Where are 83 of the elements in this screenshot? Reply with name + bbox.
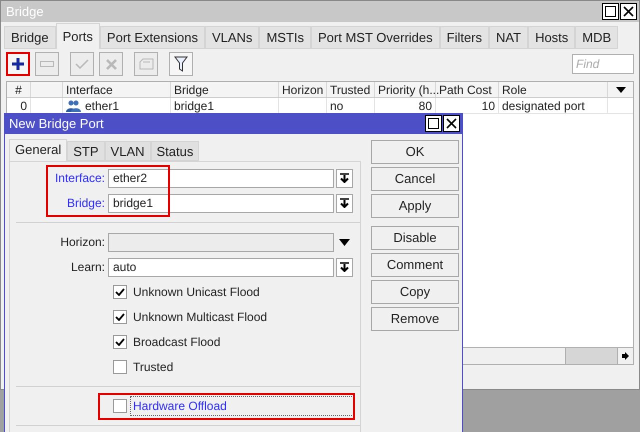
dialog-button[interactable]: Comment (371, 252, 459, 276)
tab[interactable]: NAT (489, 26, 528, 49)
field-label: Learn: (70, 259, 106, 276)
dropdown-button[interactable] (336, 194, 353, 212)
checkbox[interactable] (113, 285, 127, 299)
column-header[interactable]: Path Cost (439, 80, 492, 98)
scrollbar-thumb[interactable] (565, 348, 617, 364)
dialog-tab[interactable]: General (9, 138, 68, 160)
checkbox-label: Unknown Multicast Flood (132, 309, 268, 326)
minus-icon (40, 61, 54, 67)
note-icon (138, 58, 154, 70)
triangle-down-icon[interactable] (616, 86, 626, 92)
maximize-button[interactable] (602, 3, 619, 20)
dialog-title: New Bridge Port (9, 115, 104, 133)
dropdown-button[interactable] (336, 258, 353, 276)
check-icon (75, 58, 89, 70)
toolbar-button[interactable] (169, 52, 193, 76)
checkbox-label: Trusted (132, 359, 174, 376)
down-arrow-icon (340, 173, 349, 183)
checkbox[interactable] (113, 310, 127, 324)
tab[interactable]: Hosts (528, 26, 576, 49)
table-cell-text: no (330, 98, 344, 114)
tab[interactable]: MDB (575, 26, 618, 49)
close-button[interactable] (443, 115, 460, 132)
column-header[interactable]: Role (502, 80, 527, 98)
dialog-button[interactable]: Copy (371, 280, 459, 304)
table-cell-text: 0 (20, 98, 27, 114)
table-cell-text: ether1 (85, 98, 120, 114)
find-field[interactable]: Find (572, 54, 634, 74)
text-field[interactable]: bridge1 (108, 194, 334, 212)
tab[interactable]: Filters (440, 26, 490, 49)
checkbox[interactable] (113, 335, 127, 349)
down-arrow-icon (340, 198, 349, 208)
maximize-button[interactable] (425, 115, 442, 132)
column-header[interactable]: Trusted (330, 80, 370, 98)
tab[interactable]: Port MST Overrides (311, 26, 440, 49)
dialog-button[interactable]: Cancel (371, 166, 459, 190)
close-icon (623, 6, 634, 17)
dropdown-button[interactable] (336, 168, 353, 188)
text-field[interactable]: ether2 (108, 168, 334, 188)
checkbox-label: Hardware Offload (130, 396, 354, 416)
check-icon (115, 288, 125, 296)
checkbox[interactable] (113, 399, 127, 413)
checkbox-label: Unknown Unicast Flood (132, 284, 261, 301)
field-label: Horizon: (59, 234, 106, 251)
close-button[interactable] (620, 3, 637, 20)
dialog-button[interactable]: OK (371, 140, 459, 164)
table-cell-text: 80 (418, 98, 432, 114)
users-icon (66, 100, 81, 112)
tab[interactable]: MSTIs (259, 26, 311, 49)
dialog-button[interactable]: Apply (371, 194, 459, 218)
check-icon (115, 338, 125, 346)
text-field[interactable]: auto (108, 258, 334, 276)
table-cell-text: 10 (482, 98, 495, 114)
column-header[interactable]: Priority (h... (378, 80, 440, 98)
table-cell-text: designated port (502, 98, 585, 114)
close-icon (446, 118, 457, 130)
dialog-button[interactable]: Disable (371, 226, 459, 250)
tab[interactable]: Bridge (4, 26, 56, 49)
tab[interactable]: VLANs (204, 26, 260, 49)
checkbox-label: Broadcast Flood (132, 334, 222, 351)
column-header[interactable]: Horizon (282, 80, 324, 98)
plus-icon (11, 57, 25, 71)
checkbox[interactable] (113, 360, 127, 374)
table-cell-text: bridge1 (174, 98, 214, 114)
dialog-tab[interactable]: Status (150, 140, 200, 160)
x-icon (104, 58, 118, 70)
dialog-button[interactable]: Remove (371, 306, 459, 330)
toolbar-button[interactable] (6, 52, 30, 76)
right-arrow-icon (622, 352, 629, 360)
check-icon (115, 313, 125, 321)
tab[interactable]: Ports (56, 23, 100, 49)
dialog-tab[interactable]: STP (67, 140, 105, 160)
column-header[interactable]: Interface (66, 80, 113, 98)
field-label: Bridge: (66, 195, 106, 212)
field-label: Interface: (54, 170, 106, 187)
down-arrow-icon (340, 262, 349, 272)
column-header[interactable]: # (10, 80, 27, 98)
tab[interactable]: Port Extensions (100, 26, 205, 49)
filter-icon (174, 56, 188, 72)
column-header[interactable]: Bridge (174, 80, 209, 98)
triangle-down-icon[interactable] (339, 238, 350, 246)
dialog-tab[interactable]: VLAN (104, 140, 151, 160)
